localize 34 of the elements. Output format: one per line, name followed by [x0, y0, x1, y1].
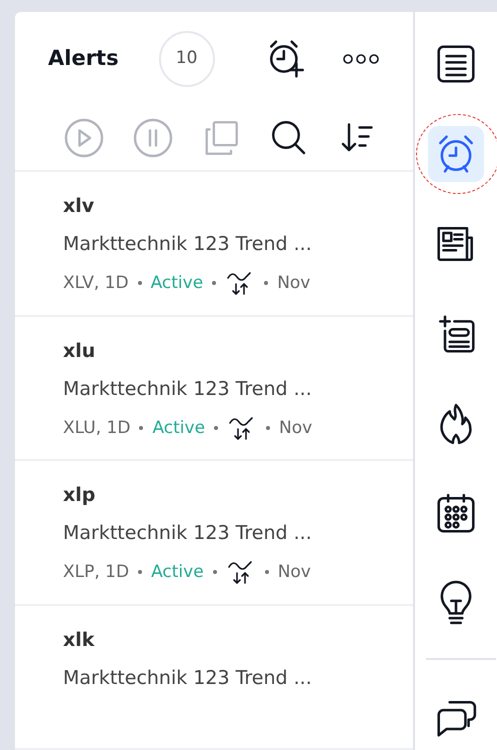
separator-dot	[212, 281, 216, 286]
alert-item[interactable]: xlv Markttechnik 123 Trend ... XLV, 1D Active Nov	[15, 172, 413, 317]
alarm-clock-button[interactable]	[428, 126, 484, 182]
alert-date: Nov	[277, 272, 310, 296]
separator-dot	[214, 426, 218, 430]
panel-title: Alerts	[48, 45, 119, 72]
alert-symbol: XLU, 1D	[63, 416, 130, 440]
alert-date: Nov	[278, 561, 311, 584]
alert-name: xlk	[63, 628, 96, 652]
alert-description: Markttechnik 123 Trend ...	[63, 376, 313, 401]
alert-symbol: XLV, 1D	[63, 272, 129, 296]
alert-name: xlv	[63, 194, 96, 218]
separator-dot	[139, 426, 144, 430]
alert-description: Markttechnik 123 Trend ...	[63, 521, 313, 546]
alert-description: Markttechnik 123 Trend ...	[63, 232, 313, 256]
separator-dot	[212, 570, 217, 574]
alert-name: xlu	[63, 338, 96, 363]
separator-dot	[264, 281, 268, 286]
separator-dot	[138, 281, 142, 286]
alert-item[interactable]: xlp Markttechnik 123 Trend ... XLP, 1D Active Nov	[15, 461, 413, 606]
separator-dot	[264, 570, 269, 574]
alert-description: Markttechnik 123 Trend ...	[63, 666, 313, 690]
alert-name: xlp	[63, 483, 96, 508]
alert-date: Nov	[279, 416, 312, 440]
more-button[interactable]	[340, 52, 381, 66]
alert-item[interactable]: xlk Markttechnik 123 Trend ...	[15, 606, 413, 750]
alert-status: Active	[150, 272, 204, 296]
separator-dot	[266, 426, 270, 430]
count-badge: 10	[158, 31, 215, 88]
alert-status: Active	[152, 416, 206, 440]
separator-dot	[138, 570, 142, 574]
alert-item[interactable]: xlu Markttechnik 123 Trend ... XLU, 1D Active Nov	[15, 316, 413, 462]
alert-status: Active	[151, 561, 204, 584]
alert-symbol: XLP, 1D	[63, 561, 130, 584]
